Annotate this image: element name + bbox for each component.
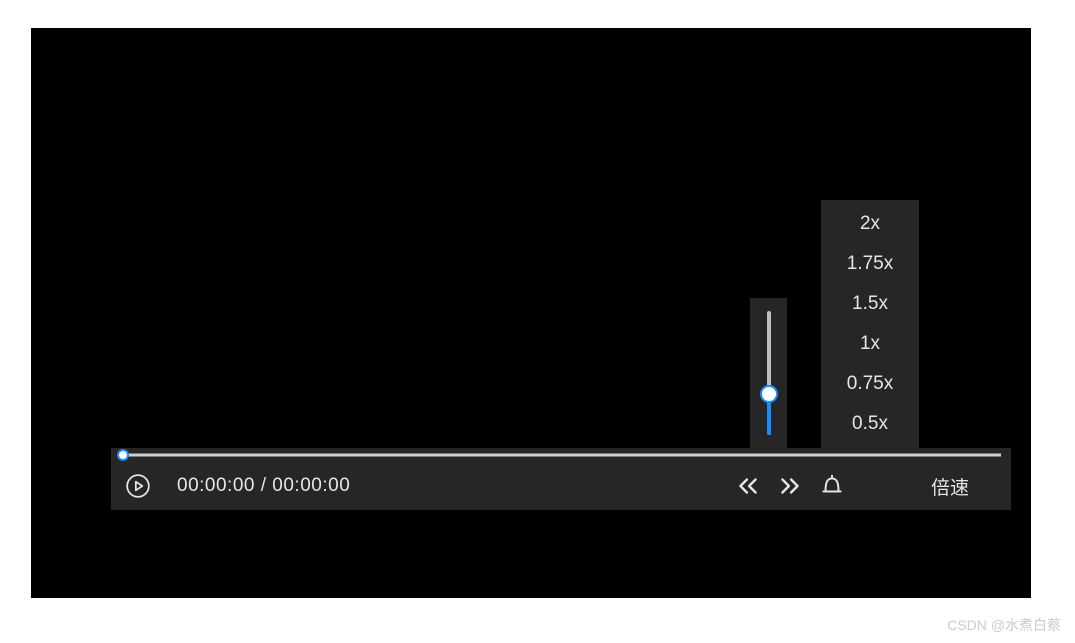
- progress-thumb[interactable]: [117, 449, 129, 461]
- progress-slider[interactable]: [111, 448, 1011, 462]
- speed-button[interactable]: 倍速: [901, 473, 997, 500]
- time-display: 00:00:00 / 00:00:00: [177, 475, 350, 497]
- rewind-button[interactable]: [733, 471, 763, 501]
- controls-row: 00:00:00 / 00:00:00: [111, 462, 1011, 510]
- speed-option[interactable]: 1.5x: [821, 284, 919, 324]
- forward-button[interactable]: [775, 471, 805, 501]
- speed-option[interactable]: 1x: [821, 324, 919, 364]
- bell-icon: [819, 473, 845, 499]
- video-player-frame: 2x 1.75x 1.5x 1x 0.75x 0.5x 00:00:00 / 0…: [31, 28, 1031, 598]
- double-chevron-left-icon: [735, 473, 761, 499]
- volume-button[interactable]: [817, 471, 847, 501]
- speed-option[interactable]: 2x: [821, 204, 919, 244]
- speed-option[interactable]: 0.75x: [821, 364, 919, 404]
- speed-menu: 2x 1.75x 1.5x 1x 0.75x 0.5x: [821, 200, 919, 448]
- watermark-text: CSDN @水煮白蔡: [947, 615, 1061, 635]
- speed-option[interactable]: 1.75x: [821, 244, 919, 284]
- play-icon: [125, 473, 151, 499]
- controls-bar: 00:00:00 / 00:00:00: [111, 448, 1011, 510]
- double-chevron-right-icon: [777, 473, 803, 499]
- volume-panel: [750, 298, 787, 448]
- volume-slider[interactable]: [767, 311, 771, 435]
- play-button[interactable]: [125, 473, 151, 499]
- speed-option[interactable]: 0.5x: [821, 404, 919, 444]
- progress-line: [121, 454, 1001, 457]
- volume-thumb[interactable]: [760, 385, 778, 403]
